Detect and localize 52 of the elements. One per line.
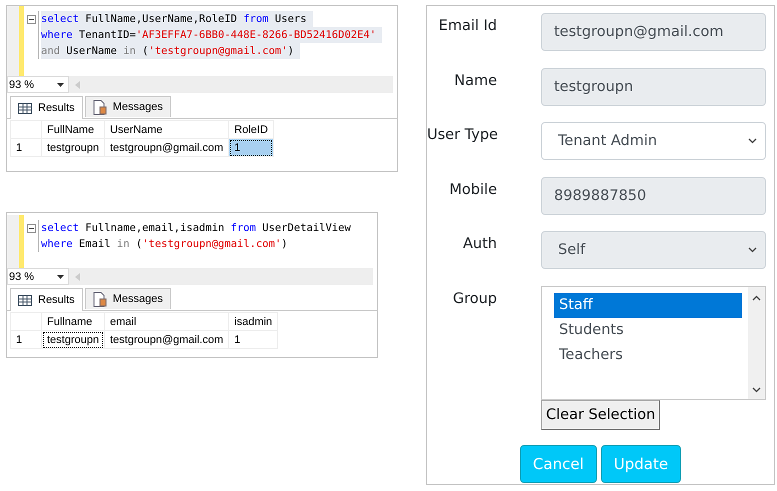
dropdown-icon	[57, 274, 64, 278]
document-icon	[92, 100, 107, 114]
scroll-left-icon	[75, 80, 80, 88]
scroll-up-icon	[752, 294, 761, 300]
grid-icon	[18, 294, 32, 306]
table-cell[interactable]: 1	[228, 138, 274, 156]
table-cell[interactable]: testgroupn@gmail.com	[104, 138, 229, 156]
scrollbar[interactable]	[748, 286, 765, 398]
table-cell[interactable]: testgroupn	[42, 138, 104, 156]
dropdown-icon	[57, 82, 64, 86]
column-header: isadmin	[228, 312, 278, 330]
list-option[interactable]: Staff	[554, 292, 742, 318]
collapse-icon	[26, 224, 36, 232]
results-tab[interactable]: Results	[10, 288, 83, 311]
messages-tab[interactable]: Messages	[84, 288, 171, 309]
grid-icon	[18, 102, 32, 114]
table-cell[interactable]: testgroupn	[42, 330, 104, 348]
change-bar	[19, 215, 24, 268]
field-label: Name	[453, 72, 497, 90]
column-header: email	[104, 312, 229, 330]
chevron-down-icon	[748, 247, 757, 253]
collapse-icon	[26, 14, 36, 24]
field-label: Auth	[462, 235, 497, 254]
chevron-down-icon	[748, 138, 757, 144]
zoom-dropdown[interactable]: 93 %	[7, 268, 69, 285]
scroll-left-icon	[75, 272, 80, 280]
field-label: User Type	[427, 126, 497, 145]
column-header: RoleID	[228, 120, 274, 138]
document-icon	[92, 292, 107, 306]
field-label: Mobile	[448, 180, 497, 200]
editor-gutter	[7, 215, 19, 268]
code-line: where Email in ('testgroupn@gmail.com')	[41, 237, 289, 252]
scroll-down-icon	[752, 386, 761, 392]
column-header: FullName	[42, 120, 104, 138]
field-label: Group	[452, 290, 497, 308]
change-bar	[19, 6, 24, 76]
editor-gutter	[7, 6, 19, 76]
clear-selection-button[interactable]: Clear Selection	[541, 400, 660, 430]
row-number: 1	[10, 330, 42, 348]
row-number: 1	[10, 138, 42, 156]
column-header: Fullname	[42, 312, 104, 330]
zoom-dropdown[interactable]: 93 %	[7, 76, 69, 93]
code-line: select Fullname,email,isadmin from UserDetailView	[41, 221, 352, 236]
field-label: Email Id	[438, 17, 497, 36]
table-cell[interactable]: 1	[228, 330, 278, 348]
dropdown[interactable]: Tenant Admin	[541, 122, 766, 160]
table-cell[interactable]: testgroupn@gmail.com	[104, 330, 229, 348]
results-tab[interactable]: Results	[10, 96, 83, 119]
messages-tab[interactable]: Messages	[84, 96, 171, 117]
list-option[interactable]: Teachers	[554, 342, 742, 368]
list-option[interactable]: Students	[554, 318, 742, 342]
column-header: UserName	[104, 120, 229, 138]
